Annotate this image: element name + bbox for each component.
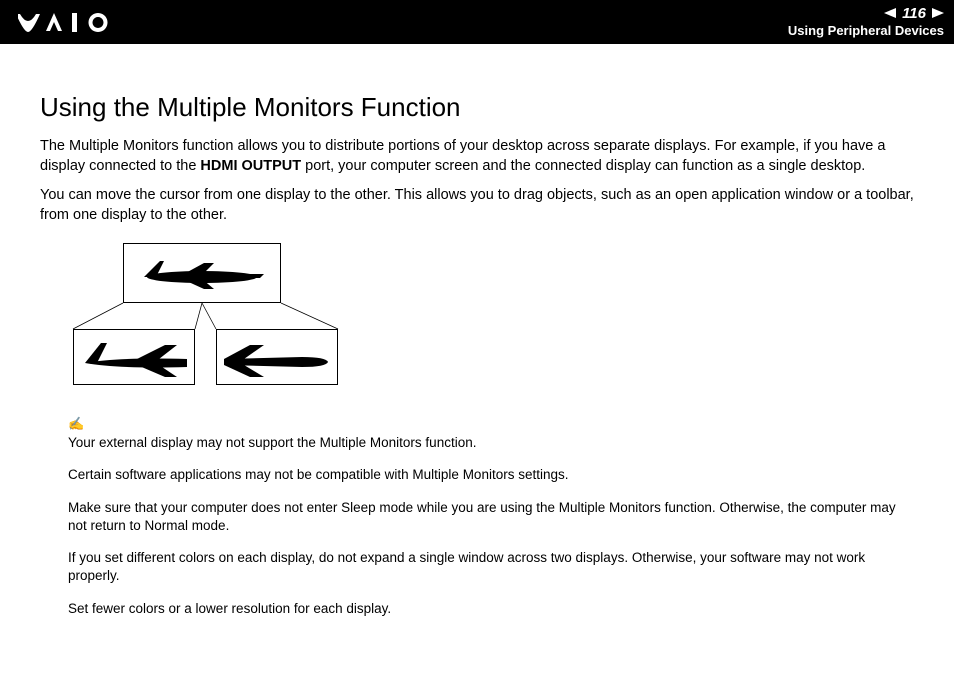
next-page-arrow-icon[interactable] [932, 6, 944, 21]
page-title: Using the Multiple Monitors Function [40, 92, 914, 123]
secondary-display-left-icon [73, 329, 195, 385]
airplane-nose-icon [222, 337, 332, 377]
notes-section: ✍ Your external display may not support … [68, 415, 914, 618]
note-4: If you set different colors on each disp… [68, 549, 914, 585]
page-number: 116 [902, 6, 926, 21]
prev-page-arrow-icon[interactable] [884, 6, 896, 21]
intro-paragraph-2: You can move the cursor from one display… [40, 186, 914, 225]
note-3: Make sure that your computer does not en… [68, 499, 914, 535]
page-content: Using the Multiple Monitors Function The… [0, 44, 954, 618]
note-5: Set fewer colors or a lower resolution f… [68, 600, 914, 618]
primary-display-icon [123, 243, 281, 303]
header-right: 116 Using Peripheral Devices [788, 6, 944, 38]
page-header: 116 Using Peripheral Devices [0, 0, 954, 44]
breadcrumb[interactable]: Using Peripheral Devices [788, 23, 944, 38]
page-navigation: 116 [788, 6, 944, 21]
airplane-full-icon [132, 255, 272, 291]
vaio-logo [18, 10, 128, 34]
note-1: Your external display may not support th… [68, 434, 914, 452]
secondary-display-right-icon [216, 329, 338, 385]
airplane-tail-icon [79, 337, 189, 377]
multiple-monitors-diagram [68, 243, 348, 393]
intro-paragraph-1: The Multiple Monitors function allows yo… [40, 137, 914, 176]
note-icon: ✍ [68, 416, 84, 432]
p1-bold: HDMI OUTPUT [200, 158, 301, 174]
note-2: Certain software applications may not be… [68, 466, 914, 484]
p1-after: port, your computer screen and the conne… [301, 158, 865, 174]
